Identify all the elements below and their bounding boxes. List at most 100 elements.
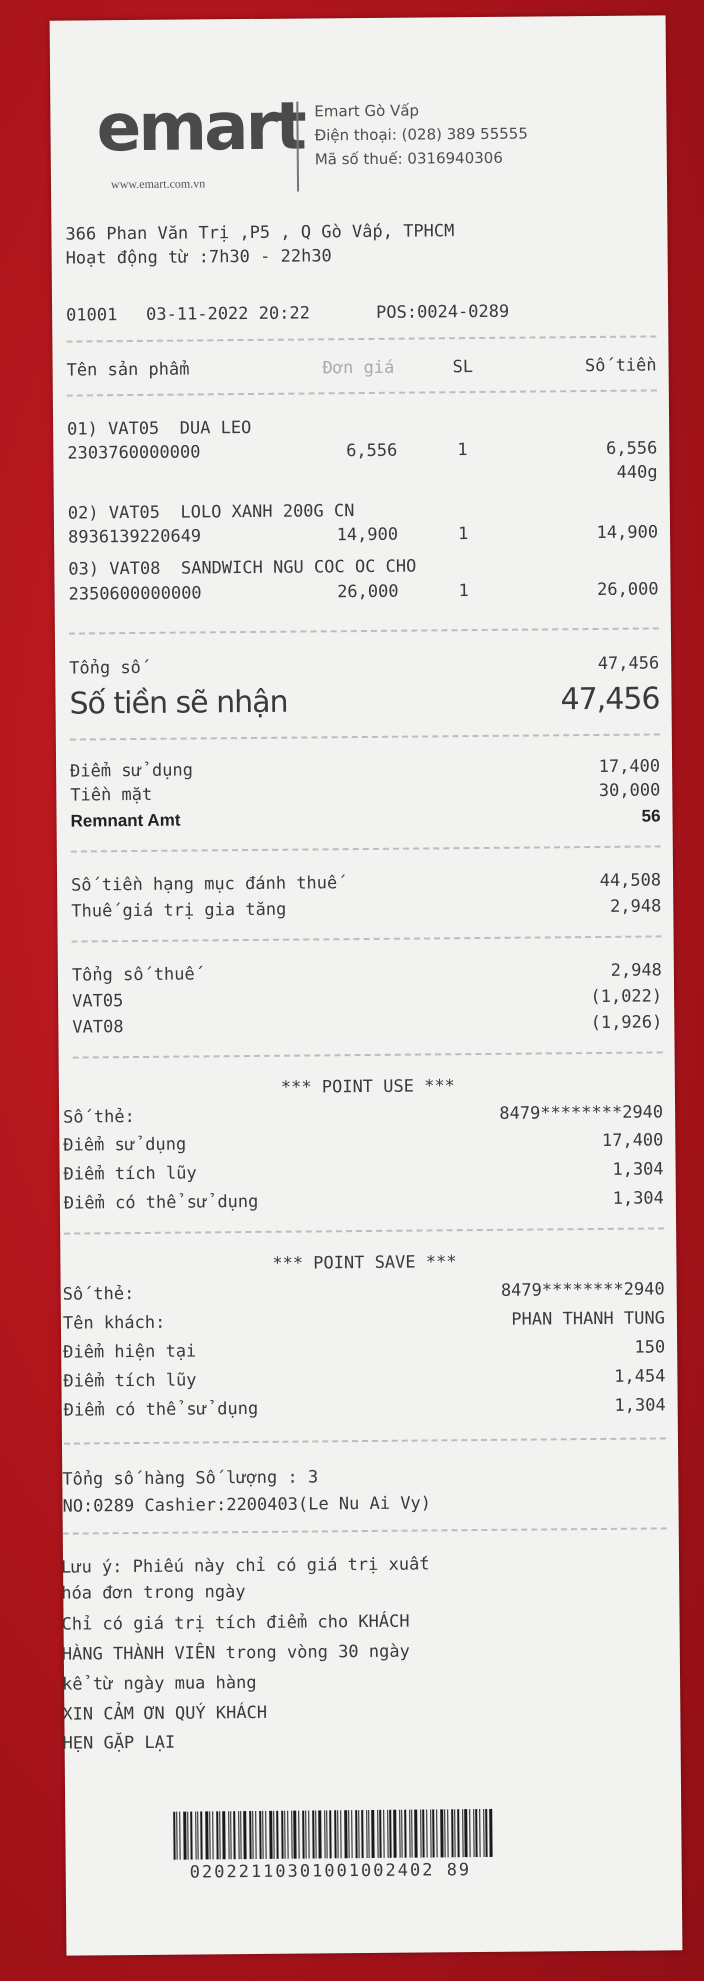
col-name-header: Tên sản phẩm — [66, 359, 190, 381]
barcode-bar — [262, 1810, 264, 1859]
barcode-bar — [205, 1811, 209, 1860]
barcode-bar — [287, 1810, 289, 1859]
points-used-label: Điểm sử dụng — [70, 760, 194, 782]
barcode-bar — [447, 1809, 449, 1858]
barcode-bar — [190, 1811, 193, 1860]
divider — [66, 335, 657, 343]
barcode-bar — [358, 1810, 360, 1859]
item-price: 6,556 — [346, 440, 398, 462]
barcode-bar — [240, 1811, 242, 1860]
point-use-title: *** POINT USE *** — [280, 1076, 455, 1098]
item-count: Tổng số hàng Số lượng : 3 — [62, 1467, 319, 1490]
item-code: 2350600000000 — [68, 583, 202, 605]
barcode-bar — [318, 1810, 322, 1859]
barcode-bar — [281, 1810, 284, 1859]
item-amount: 14,900 — [596, 522, 659, 543]
barcode-bar — [276, 1810, 279, 1859]
barcode-bar — [212, 1811, 214, 1860]
store-hours: Hoạt động từ :7h30 - 22h30 — [65, 246, 332, 269]
barcode-bar — [216, 1811, 219, 1860]
divider — [62, 1527, 667, 1535]
barcode-bar — [298, 1810, 300, 1859]
receive-value: 47,456 — [560, 681, 660, 718]
barcode-bar — [444, 1809, 446, 1858]
barcode-number: 02022110301001002402 89 — [189, 1860, 472, 1883]
barcode-bar — [233, 1811, 236, 1860]
store-info: Emart Gò Vấp Điện thoại: (028) 389 55555… — [314, 98, 528, 172]
barcode-bar — [197, 1811, 199, 1860]
item-amount: 26,000 — [597, 579, 659, 600]
remnant-value: 56 — [641, 806, 661, 826]
barcode-bar — [183, 1811, 187, 1860]
barcode-bar — [469, 1809, 471, 1858]
point-save-current-value: 150 — [634, 1337, 666, 1358]
divider — [69, 733, 660, 741]
transaction-datetime: 03-11-2022 20:22 — [146, 303, 310, 325]
point-use-card-label: Số thẻ: — [63, 1107, 135, 1128]
taxable-label: Số tiền hạng mục đánh thuế — [71, 873, 338, 896]
barcode-bar — [284, 1810, 286, 1859]
point-use-card-value: 8479********2940 — [499, 1102, 664, 1124]
barcode-bar — [340, 1810, 342, 1859]
barcode-bar — [393, 1809, 397, 1858]
point-save-title: *** POINT SAVE *** — [272, 1252, 457, 1274]
pos-number: POS:0024-0289 — [376, 301, 510, 323]
item-price: 26,000 — [337, 581, 399, 603]
vat05-value: (1,022) — [590, 986, 663, 1008]
store-phone: Điện thoại: (028) 389 55555 — [314, 124, 528, 145]
vat-label: Thuế giá trị gia tăng — [71, 899, 287, 922]
barcode-bar — [329, 1810, 332, 1859]
divider — [71, 935, 662, 943]
barcode-bar — [436, 1809, 438, 1858]
point-use-used-label: Điểm sử dụng — [63, 1134, 187, 1156]
item-code: 2303760000000 — [67, 442, 201, 464]
store-url: www.emart.com.vn — [110, 176, 206, 192]
item-qty: 1 — [458, 581, 469, 602]
barcode-bar — [243, 1811, 247, 1860]
point-use-used-value: 17,400 — [601, 1130, 664, 1151]
footer-note: kể từ ngày mua hàng — [62, 1672, 257, 1695]
barcode-bar — [351, 1810, 353, 1859]
store-name: Emart Gò Vấp — [314, 101, 420, 121]
barcode-bar — [315, 1810, 317, 1859]
item-name: 01) VAT05 DUA LEO — [67, 417, 252, 440]
barcode-bar — [176, 1811, 178, 1860]
barcode-bar — [479, 1809, 481, 1858]
store-address: 366 Phan Văn Trị ,P5 , Q Gò Vấp, TPHCM — [65, 221, 455, 245]
point-use-avail-label: Điểm có thể sử dụng — [63, 1191, 259, 1214]
cash-label: Tiền mặt — [70, 784, 153, 806]
point-use-accum-value: 1,304 — [612, 1159, 664, 1180]
cash-value: 30,000 — [598, 780, 661, 801]
divider — [66, 389, 657, 397]
point-save-name-value: PHAN THANH TUNG — [511, 1308, 666, 1330]
tax-total-label: Tổng số thuế — [71, 964, 195, 986]
barcode-bar — [222, 1811, 226, 1860]
footer-note: Lưu ý: Phiếu này chỉ có giá trị xuất — [60, 1554, 430, 1578]
item-weight: 440g — [616, 462, 658, 483]
barcode-bar — [432, 1809, 435, 1858]
barcode-bar — [252, 1811, 254, 1860]
receipt-barcode — [173, 1808, 538, 1860]
point-save-name-label: Tên khách: — [62, 1312, 166, 1334]
point-save-card-value: 8479********2940 — [500, 1279, 665, 1301]
barcode-bar — [355, 1810, 358, 1859]
barcode-bar — [411, 1809, 413, 1858]
col-qty-header: SL — [452, 357, 474, 378]
total-label: Tổng số — [69, 657, 141, 679]
store-tax-code: Mã số thuế: 0316940306 — [314, 148, 503, 169]
barcode-bar — [230, 1811, 232, 1860]
point-use-accum-label: Điểm tích lũy — [63, 1163, 197, 1185]
barcode-bar — [404, 1809, 407, 1858]
point-save-card-label: Số thẻ: — [62, 1284, 135, 1305]
barcode-bar — [273, 1810, 275, 1859]
barcode-bar — [326, 1810, 328, 1859]
receipt-paper: emart www.emart.com.vn Emart Gò Vấp Điện… — [49, 15, 683, 1956]
store-code: 01001 — [66, 305, 118, 326]
footer-note: hóa đơn trong ngày — [61, 1582, 246, 1604]
barcode-bar — [209, 1811, 211, 1860]
barcode-bar — [249, 1811, 252, 1860]
barcode-bar — [259, 1810, 262, 1859]
barcode-bar — [179, 1811, 181, 1860]
barcode-bar — [475, 1809, 478, 1858]
cashier-line: NO:0289 Cashier:2200403(Le Nu Ai Vy) — [62, 1493, 432, 1517]
